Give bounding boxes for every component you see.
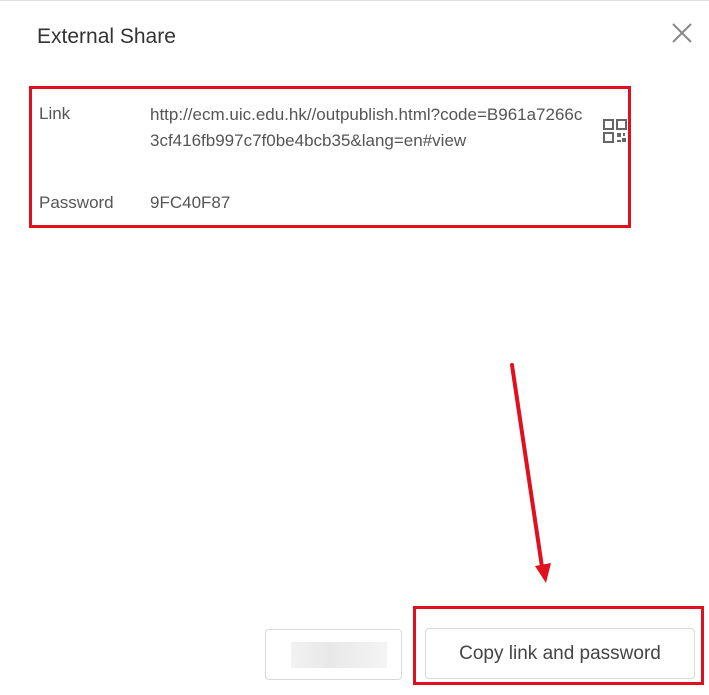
qr-code-icon[interactable] (602, 117, 628, 145)
external-share-dialog: External Share Link http://ecm.uic.edu.h… (0, 0, 709, 694)
copy-link-and-password-button[interactable]: Copy link and password (425, 628, 695, 679)
link-label: Link (39, 104, 71, 123)
password-label: Password (39, 193, 114, 212)
password-value: 9FC40F87 (150, 193, 231, 212)
share-info-highlight: Link http://ecm.uic.edu.hk//outpublish.h… (29, 86, 631, 228)
close-icon[interactable] (668, 19, 696, 47)
link-value: http://ecm.uic.edu.hk//outpublish.html?c… (150, 105, 583, 150)
blurred-region (291, 642, 387, 668)
dialog-title: External Share (37, 25, 176, 48)
